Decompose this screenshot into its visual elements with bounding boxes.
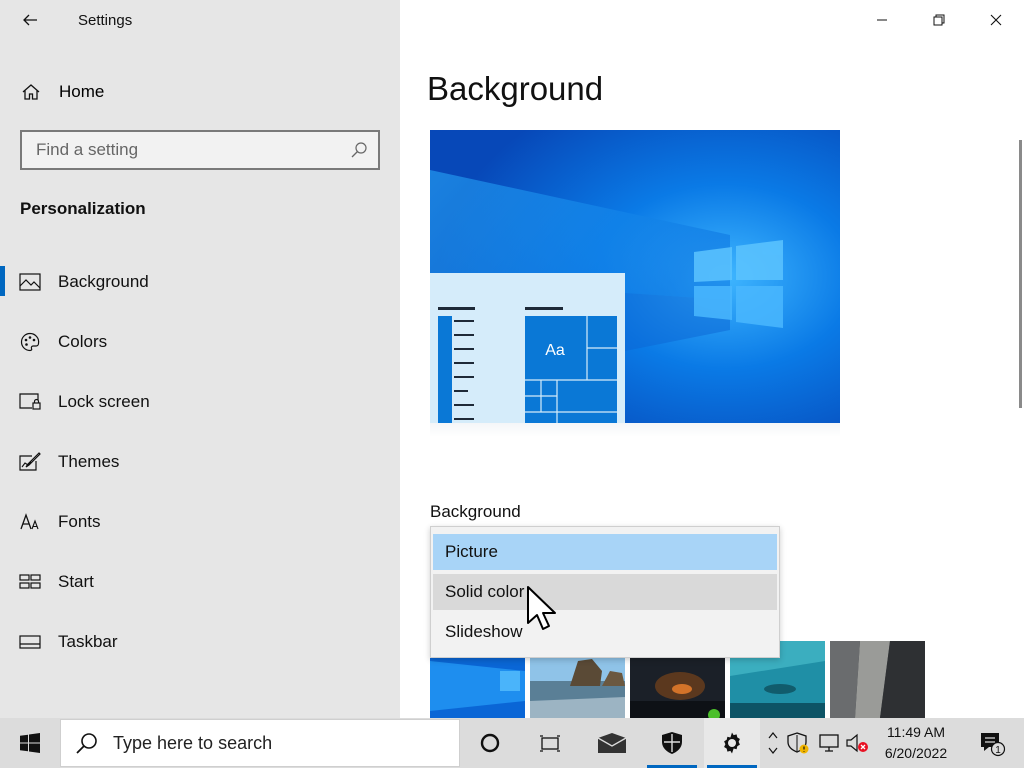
clock-date: 6/20/2022 <box>884 745 948 761</box>
task-view-icon <box>540 735 560 752</box>
sidebar-item-label: Lock screen <box>58 392 150 411</box>
mail-app-button[interactable] <box>584 718 640 768</box>
close-icon <box>990 14 1001 26</box>
chevron-down-icon <box>768 747 778 754</box>
nav-home[interactable]: Home <box>0 70 400 114</box>
main-content: Background Aa Background Picture Solid c… <box>400 0 1024 718</box>
shield-icon <box>662 732 682 754</box>
nav-home-label: Home <box>59 82 105 101</box>
sidebar-item-background[interactable]: Background <box>0 252 400 312</box>
clock-time: 11:49 AM <box>886 724 946 740</box>
network-icon <box>819 734 839 752</box>
background-preview: Aa <box>430 130 840 423</box>
title-bar: Settings <box>0 0 400 40</box>
notification-icon: 1 <box>981 733 1006 757</box>
sidebar-item-taskbar[interactable]: Taskbar <box>0 612 400 672</box>
close-button[interactable] <box>967 0 1024 40</box>
find-setting-search[interactable] <box>20 130 380 170</box>
sidebar: Settings Home Personalization Background… <box>0 0 400 718</box>
scrollbar[interactable] <box>1019 140 1022 408</box>
sidebar-item-fonts[interactable]: Fonts <box>0 492 400 552</box>
background-type-dropdown[interactable]: Picture Solid color Slideshow <box>430 526 780 658</box>
taskbar-overflow-scroller[interactable] <box>762 718 784 768</box>
windows-logo-icon <box>20 733 40 753</box>
taskbar-search-placeholder: Type here to search <box>113 732 273 753</box>
lock-screen-icon <box>19 391 41 413</box>
start-button[interactable] <box>0 718 60 768</box>
sidebar-item-label: Themes <box>58 452 120 471</box>
sidebar-item-label: Start <box>58 572 94 591</box>
shield-warning-icon <box>787 732 809 754</box>
picture-icon <box>19 271 41 293</box>
minimize-icon <box>876 19 887 21</box>
taskbar-icon <box>19 631 41 653</box>
back-arrow-icon <box>23 14 37 26</box>
mouse-cursor-icon <box>527 586 556 630</box>
sidebar-item-label: Colors <box>58 332 108 351</box>
minimize-button[interactable] <box>853 0 910 40</box>
notification-count: 1 <box>995 745 1001 756</box>
restore-icon <box>933 14 944 26</box>
task-view-button[interactable] <box>522 718 578 768</box>
themes-icon <box>19 451 41 473</box>
sidebar-item-label: Taskbar <box>58 632 118 651</box>
app-title: Settings <box>78 12 133 29</box>
taskbar-clock[interactable]: 11:49 AM 6/20/2022 <box>870 722 962 764</box>
action-center-button[interactable]: 1 <box>964 718 1020 768</box>
taskbar-search-box[interactable]: Type here to search <box>60 719 460 767</box>
section-title: Personalization <box>20 199 146 218</box>
start-icon <box>19 571 41 593</box>
mail-icon <box>597 733 627 753</box>
cortana-button[interactable] <box>462 718 518 768</box>
back-button[interactable] <box>14 6 46 34</box>
security-app-button[interactable] <box>644 718 700 768</box>
gear-icon <box>724 732 740 754</box>
chevron-up-icon <box>768 732 778 739</box>
thumbnail-rock-cliff[interactable] <box>830 641 925 718</box>
tray-security-icon[interactable] <box>786 731 810 755</box>
search-icon <box>76 733 97 754</box>
sidebar-item-label: Fonts <box>58 512 101 531</box>
settings-app-button[interactable] <box>704 718 760 768</box>
sidebar-item-lock-screen[interactable]: Lock screen <box>0 372 400 432</box>
background-type-label: Background <box>430 502 521 521</box>
dropdown-option-solid-color[interactable]: Solid color <box>433 574 777 610</box>
svg-text:Aa: Aa <box>545 342 565 359</box>
fonts-icon <box>19 511 41 533</box>
cortana-circle-icon <box>480 733 500 753</box>
palette-icon <box>19 331 41 353</box>
volume-muted-icon <box>846 733 868 753</box>
sidebar-item-start[interactable]: Start <box>0 552 400 612</box>
sidebar-item-themes[interactable]: Themes <box>0 432 400 492</box>
tray-network-icon[interactable] <box>817 731 841 755</box>
restore-button[interactable] <box>910 0 967 40</box>
find-setting-input[interactable] <box>22 140 332 160</box>
window-controls <box>853 0 1024 40</box>
dropdown-option-picture[interactable]: Picture <box>433 534 777 570</box>
search-icon <box>351 142 367 158</box>
sidebar-item-label: Background <box>58 272 149 291</box>
nav-list: Background Colors Lock screen Themes Fon… <box>0 252 400 672</box>
home-icon <box>20 81 42 103</box>
preview-shadow <box>430 423 840 437</box>
tray-volume-icon[interactable] <box>845 731 869 755</box>
taskbar: Type here to search 11:49 AM 6/20/2022 1 <box>0 718 1024 768</box>
dropdown-option-slideshow[interactable]: Slideshow <box>433 614 777 650</box>
page-title: Background <box>427 70 604 107</box>
sidebar-item-colors[interactable]: Colors <box>0 312 400 372</box>
desktop-preview-image: Aa <box>430 130 840 423</box>
